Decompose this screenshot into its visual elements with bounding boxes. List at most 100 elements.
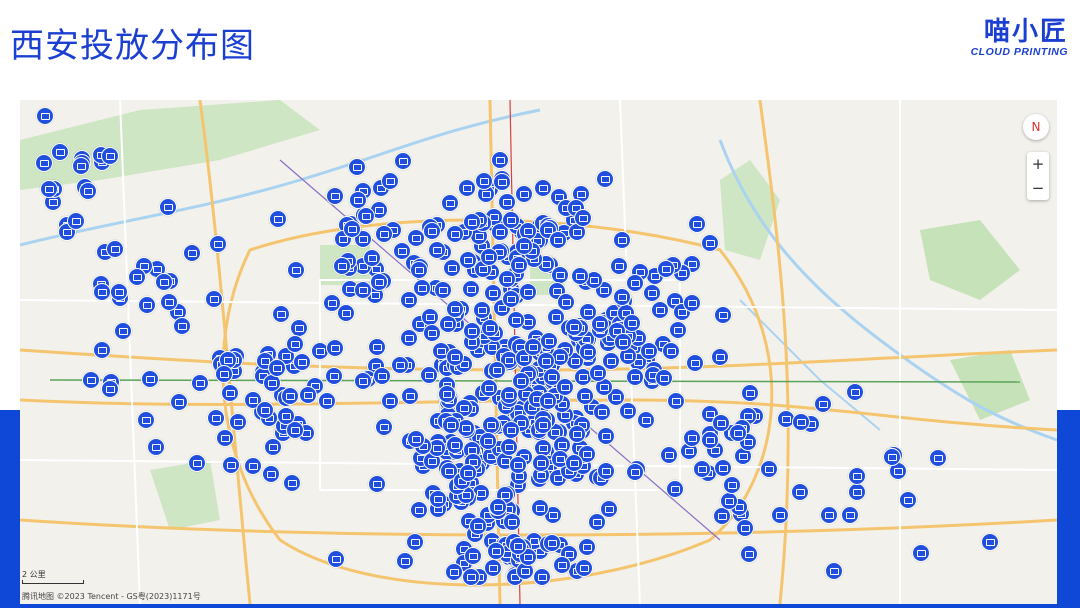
printer-location-icon[interactable] xyxy=(462,568,480,586)
printer-location-icon[interactable] xyxy=(410,261,428,279)
printer-location-icon[interactable] xyxy=(701,234,719,252)
printer-location-icon[interactable] xyxy=(509,456,527,474)
printer-location-icon[interactable] xyxy=(519,283,537,301)
printer-location-icon[interactable] xyxy=(683,294,701,312)
printer-location-icon[interactable] xyxy=(814,395,832,413)
printer-location-icon[interactable] xyxy=(576,387,594,405)
printer-location-icon[interactable] xyxy=(500,386,518,404)
printer-location-icon[interactable] xyxy=(446,300,464,318)
printer-location-icon[interactable] xyxy=(589,364,607,382)
printer-location-icon[interactable] xyxy=(469,517,487,535)
printer-location-icon[interactable] xyxy=(354,281,372,299)
printer-location-icon[interactable] xyxy=(848,483,866,501)
printer-location-icon[interactable] xyxy=(512,372,530,390)
printer-location-icon[interactable] xyxy=(720,492,738,510)
printer-location-icon[interactable] xyxy=(579,343,597,361)
printer-location-icon[interactable] xyxy=(354,372,372,390)
printer-location-icon[interactable] xyxy=(473,301,491,319)
printer-location-icon[interactable] xyxy=(51,143,69,161)
printer-location-icon[interactable] xyxy=(714,459,732,477)
printer-location-icon[interactable] xyxy=(626,463,644,481)
printer-location-icon[interactable] xyxy=(183,244,201,262)
printer-location-icon[interactable] xyxy=(114,322,132,340)
zoom-in-button[interactable]: + xyxy=(1032,155,1045,173)
printer-location-icon[interactable] xyxy=(429,490,447,508)
printer-location-icon[interactable] xyxy=(438,385,456,403)
printer-location-icon[interactable] xyxy=(269,210,287,228)
printer-location-icon[interactable] xyxy=(666,480,684,498)
printer-location-icon[interactable] xyxy=(534,416,552,434)
printer-location-icon[interactable] xyxy=(614,333,632,351)
printer-location-icon[interactable] xyxy=(701,431,719,449)
printer-location-icon[interactable] xyxy=(221,384,239,402)
printer-location-icon[interactable] xyxy=(657,260,675,278)
printer-location-icon[interactable] xyxy=(487,542,505,560)
printer-location-icon[interactable] xyxy=(693,460,711,478)
printer-location-icon[interactable] xyxy=(489,498,507,516)
printer-location-icon[interactable] xyxy=(571,267,589,285)
printer-location-icon[interactable] xyxy=(110,283,128,301)
printer-location-icon[interactable] xyxy=(533,568,551,586)
printer-location-icon[interactable] xyxy=(686,354,704,372)
printer-location-icon[interactable] xyxy=(318,392,336,410)
printer-location-icon[interactable] xyxy=(343,220,361,238)
printer-location-icon[interactable] xyxy=(423,324,441,342)
printer-location-icon[interactable] xyxy=(841,506,859,524)
printer-location-icon[interactable] xyxy=(459,464,477,482)
printer-location-icon[interactable] xyxy=(619,402,637,420)
map-view[interactable]: N + − 2 公里 腾讯地图 ©2023 Tencent - GS粤(2023… xyxy=(20,100,1057,604)
printer-location-icon[interactable] xyxy=(463,322,481,340)
printer-location-icon[interactable] xyxy=(883,448,901,466)
printer-location-icon[interactable] xyxy=(651,301,669,319)
printer-location-icon[interactable] xyxy=(381,172,399,190)
printer-location-icon[interactable] xyxy=(434,281,452,299)
printer-location-icon[interactable] xyxy=(503,513,521,531)
printer-location-icon[interactable] xyxy=(283,474,301,492)
printer-location-icon[interactable] xyxy=(442,416,460,434)
printer-location-icon[interactable] xyxy=(286,335,304,353)
printer-location-icon[interactable] xyxy=(205,290,223,308)
printer-location-icon[interactable] xyxy=(481,319,499,337)
printer-location-icon[interactable] xyxy=(277,407,295,425)
printer-location-icon[interactable] xyxy=(138,296,156,314)
printer-location-icon[interactable] xyxy=(36,107,54,125)
printer-location-icon[interactable] xyxy=(565,318,583,336)
printer-location-icon[interactable] xyxy=(173,317,191,335)
printer-location-icon[interactable] xyxy=(170,393,188,411)
printer-location-icon[interactable] xyxy=(423,222,441,240)
printer-location-icon[interactable] xyxy=(553,556,571,574)
printer-location-icon[interactable] xyxy=(771,506,789,524)
printer-location-icon[interactable] xyxy=(264,438,282,456)
printer-location-icon[interactable] xyxy=(588,513,606,531)
printer-location-icon[interactable] xyxy=(655,369,673,387)
printer-location-icon[interactable] xyxy=(141,370,159,388)
printer-location-icon[interactable] xyxy=(929,449,947,467)
printer-location-icon[interactable] xyxy=(79,182,97,200)
printer-location-icon[interactable] xyxy=(543,534,561,552)
printer-location-icon[interactable] xyxy=(160,293,178,311)
printer-location-icon[interactable] xyxy=(848,467,866,485)
printer-location-icon[interactable] xyxy=(846,383,864,401)
printer-location-icon[interactable] xyxy=(391,356,409,374)
printer-location-icon[interactable] xyxy=(420,366,438,384)
printer-location-icon[interactable] xyxy=(406,533,424,551)
printer-location-icon[interactable] xyxy=(498,193,516,211)
printer-location-icon[interactable] xyxy=(480,248,498,266)
printer-location-icon[interactable] xyxy=(413,279,431,297)
printer-location-icon[interactable] xyxy=(299,386,317,404)
printer-location-icon[interactable] xyxy=(93,341,111,359)
printer-location-icon[interactable] xyxy=(222,456,240,474)
printer-location-icon[interactable] xyxy=(613,231,631,249)
printer-location-icon[interactable] xyxy=(348,158,366,176)
printer-location-icon[interactable] xyxy=(106,240,124,258)
printer-location-icon[interactable] xyxy=(820,506,838,524)
printer-location-icon[interactable] xyxy=(537,352,555,370)
printer-location-icon[interactable] xyxy=(491,151,509,169)
printer-location-icon[interactable] xyxy=(325,367,343,385)
printer-location-icon[interactable] xyxy=(363,249,381,267)
printer-location-icon[interactable] xyxy=(337,304,355,322)
printer-location-icon[interactable] xyxy=(498,270,516,288)
printer-location-icon[interactable] xyxy=(711,348,729,366)
printer-location-icon[interactable] xyxy=(736,519,754,537)
printer-location-icon[interactable] xyxy=(326,187,344,205)
